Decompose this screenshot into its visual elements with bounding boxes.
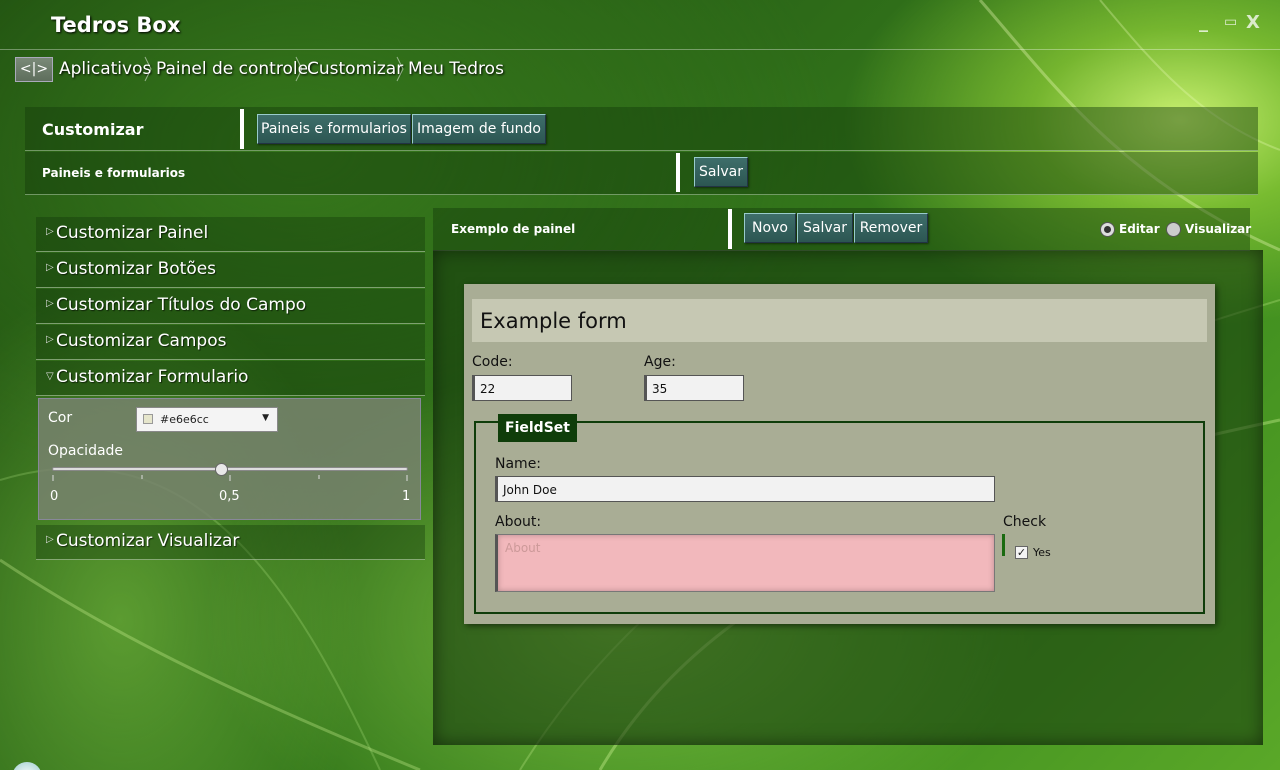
triangle-right-icon: ▷ bbox=[46, 534, 54, 545]
start-orb[interactable] bbox=[12, 762, 42, 770]
color-label: Cor bbox=[48, 410, 73, 426]
sidebar-item-label: Customizar Títulos do Campo bbox=[56, 295, 307, 315]
tab-imagem-de-fundo[interactable]: Imagem de fundo bbox=[412, 114, 546, 144]
radio-editar-label[interactable]: Editar bbox=[1119, 222, 1160, 236]
sidebar-item-customizar-campos[interactable]: ▷ Customizar Campos bbox=[36, 325, 425, 360]
opacity-label: Opacidade bbox=[48, 443, 124, 459]
check-indicator bbox=[1002, 534, 1005, 556]
chevron-right-icon bbox=[144, 56, 152, 82]
check-label: Check bbox=[1003, 514, 1047, 530]
title-bar: Tedros Box _ ▭ X bbox=[0, 0, 1280, 50]
form-title: Example form bbox=[472, 299, 1207, 342]
color-swatch bbox=[143, 414, 153, 424]
code-label: Code: bbox=[472, 354, 513, 370]
triangle-right-icon: ▷ bbox=[46, 334, 54, 345]
sidebar-item-customizar-painel[interactable]: ▷ Customizar Painel bbox=[36, 217, 425, 252]
age-label: Age: bbox=[644, 354, 676, 370]
divider bbox=[728, 209, 732, 249]
code-input[interactable]: 22 bbox=[472, 375, 572, 401]
new-button[interactable]: Novo bbox=[744, 213, 796, 243]
tab-paineis-formularios[interactable]: Paineis e formularios bbox=[257, 114, 411, 144]
sidebar-item-label: Customizar Botões bbox=[56, 259, 217, 279]
example-panel-bar: Exemplo de painel Novo Salvar Remover Ed… bbox=[433, 208, 1251, 251]
color-picker[interactable]: #e6e6cc ▼ bbox=[136, 407, 278, 432]
example-panel-title: Exemplo de painel bbox=[451, 222, 576, 236]
sidebar-item-label: Customizar Painel bbox=[56, 223, 209, 243]
header-bar: Customizar Paineis e formularios Imagem … bbox=[25, 107, 1258, 151]
sidebar-item-customizar-botoes[interactable]: ▷ Customizar Botões bbox=[36, 253, 425, 288]
about-placeholder: About bbox=[505, 541, 541, 555]
sidebar-item-label: Customizar Visualizar bbox=[56, 531, 240, 551]
slider-ticks bbox=[52, 475, 408, 481]
save-button[interactable]: Salvar bbox=[694, 157, 748, 187]
radio-editar[interactable] bbox=[1100, 222, 1115, 237]
remove-button[interactable]: Remover bbox=[854, 213, 928, 243]
sidebar-item-customizar-visualizar[interactable]: ▷ Customizar Visualizar bbox=[36, 525, 425, 560]
name-label: Name: bbox=[495, 456, 542, 472]
form-settings-panel: Cor #e6e6cc ▼ Opacidade 0 0,5 1 bbox=[38, 398, 421, 520]
opacity-slider-track[interactable] bbox=[52, 467, 408, 471]
subheader-bar: Paineis e formularios Salvar bbox=[25, 152, 1258, 195]
about-label: About: bbox=[495, 514, 542, 530]
age-input[interactable]: 35 bbox=[644, 375, 744, 401]
tick-label: 0 bbox=[50, 489, 59, 504]
app-title: Tedros Box bbox=[51, 13, 181, 37]
about-textarea[interactable]: About bbox=[495, 534, 995, 592]
divider bbox=[240, 109, 244, 149]
save-panel-button[interactable]: Salvar bbox=[797, 213, 853, 243]
breadcrumb-item-aplicativos[interactable]: Aplicativos bbox=[59, 59, 151, 79]
sidebar-item-label: Customizar Formulario bbox=[56, 367, 249, 387]
breadcrumb-item-painel[interactable]: Painel de controle bbox=[156, 59, 308, 79]
close-button[interactable]: X bbox=[1246, 12, 1260, 33]
sidebar-item-label: Customizar Campos bbox=[56, 331, 227, 351]
radio-visualizar[interactable] bbox=[1166, 222, 1181, 237]
minimize-button[interactable]: _ bbox=[1199, 12, 1208, 33]
triangle-right-icon: ▷ bbox=[46, 262, 54, 273]
breadcrumb-item-meu-tedros[interactable]: Meu Tedros bbox=[408, 59, 504, 79]
example-form: Example form Code: 22 Age: 35 FieldSet N… bbox=[464, 284, 1215, 624]
yes-checkbox-label[interactable]: Yes bbox=[1033, 546, 1051, 559]
triangle-right-icon: ▷ bbox=[46, 226, 54, 237]
sidebar-item-customizar-titulos[interactable]: ▷ Customizar Títulos do Campo bbox=[36, 289, 425, 324]
sidebar-item-customizar-formulario[interactable]: ▽ Customizar Formulario bbox=[36, 361, 425, 396]
radio-visualizar-label[interactable]: Visualizar bbox=[1185, 222, 1251, 236]
color-value: #e6e6cc bbox=[160, 413, 209, 426]
section-title: Paineis e formularios bbox=[42, 166, 186, 180]
breadcrumb-back-button[interactable]: <|> bbox=[15, 57, 53, 82]
page-title: Customizar bbox=[42, 120, 144, 139]
chevron-right-icon bbox=[396, 56, 404, 82]
tick-label: 0,5 bbox=[219, 489, 240, 504]
tick-label: 1 bbox=[402, 489, 411, 504]
breadcrumb-item-customizar[interactable]: Customizar bbox=[307, 59, 403, 79]
divider bbox=[676, 153, 680, 192]
yes-checkbox[interactable]: ✓ bbox=[1015, 546, 1028, 559]
chevron-down-icon: ▼ bbox=[262, 413, 269, 423]
fieldset-legend: FieldSet bbox=[498, 414, 577, 442]
triangle-down-icon: ▽ bbox=[46, 371, 54, 382]
maximize-button[interactable]: ▭ bbox=[1224, 14, 1237, 30]
chevron-right-icon bbox=[295, 56, 303, 82]
name-input[interactable]: John Doe bbox=[495, 476, 995, 502]
triangle-right-icon: ▷ bbox=[46, 298, 54, 309]
